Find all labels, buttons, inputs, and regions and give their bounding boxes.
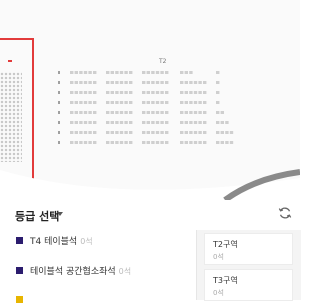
refresh-icon[interactable] bbox=[278, 206, 292, 220]
grade-label: T4 테이블석 0석 bbox=[30, 237, 93, 247]
grade-label: 테이블석 공간협소좌석 0석 bbox=[30, 267, 132, 277]
caret-down-icon[interactable] bbox=[57, 212, 63, 216]
grade-color-swatch bbox=[16, 267, 23, 274]
grade-item-partial[interactable] bbox=[14, 293, 194, 307]
zone-count: 0석 bbox=[213, 253, 224, 261]
grade-header: 등급 선택 bbox=[0, 200, 300, 231]
grade-count: 0석 bbox=[80, 237, 93, 246]
zone-name: T2구역 bbox=[213, 240, 238, 249]
zone-name: T3구역 bbox=[213, 276, 238, 285]
zone-card-t2[interactable]: T2구역 0석 bbox=[204, 233, 293, 265]
stage-curve bbox=[0, 169, 300, 200]
zone-panel: T2구역 0석 T3구역 0석 bbox=[196, 230, 301, 301]
seat-map-area[interactable]: T2 bbox=[0, 0, 300, 200]
grade-item-narrow-table[interactable]: 테이블석 공간협소좌석 0석 bbox=[14, 264, 194, 278]
zone-card-t3[interactable]: T3구역 0석 bbox=[204, 269, 293, 301]
grade-select-title[interactable]: 등급 선택 bbox=[15, 208, 59, 224]
grade-item-t4-table[interactable]: T4 테이블석 0석 bbox=[14, 234, 194, 248]
zone-count: 0석 bbox=[213, 289, 224, 297]
grade-color-swatch bbox=[16, 237, 23, 244]
grade-count: 0석 bbox=[118, 267, 132, 276]
grade-list: T4 테이블석 0석 테이블석 공간협소좌석 0석 bbox=[0, 230, 196, 303]
